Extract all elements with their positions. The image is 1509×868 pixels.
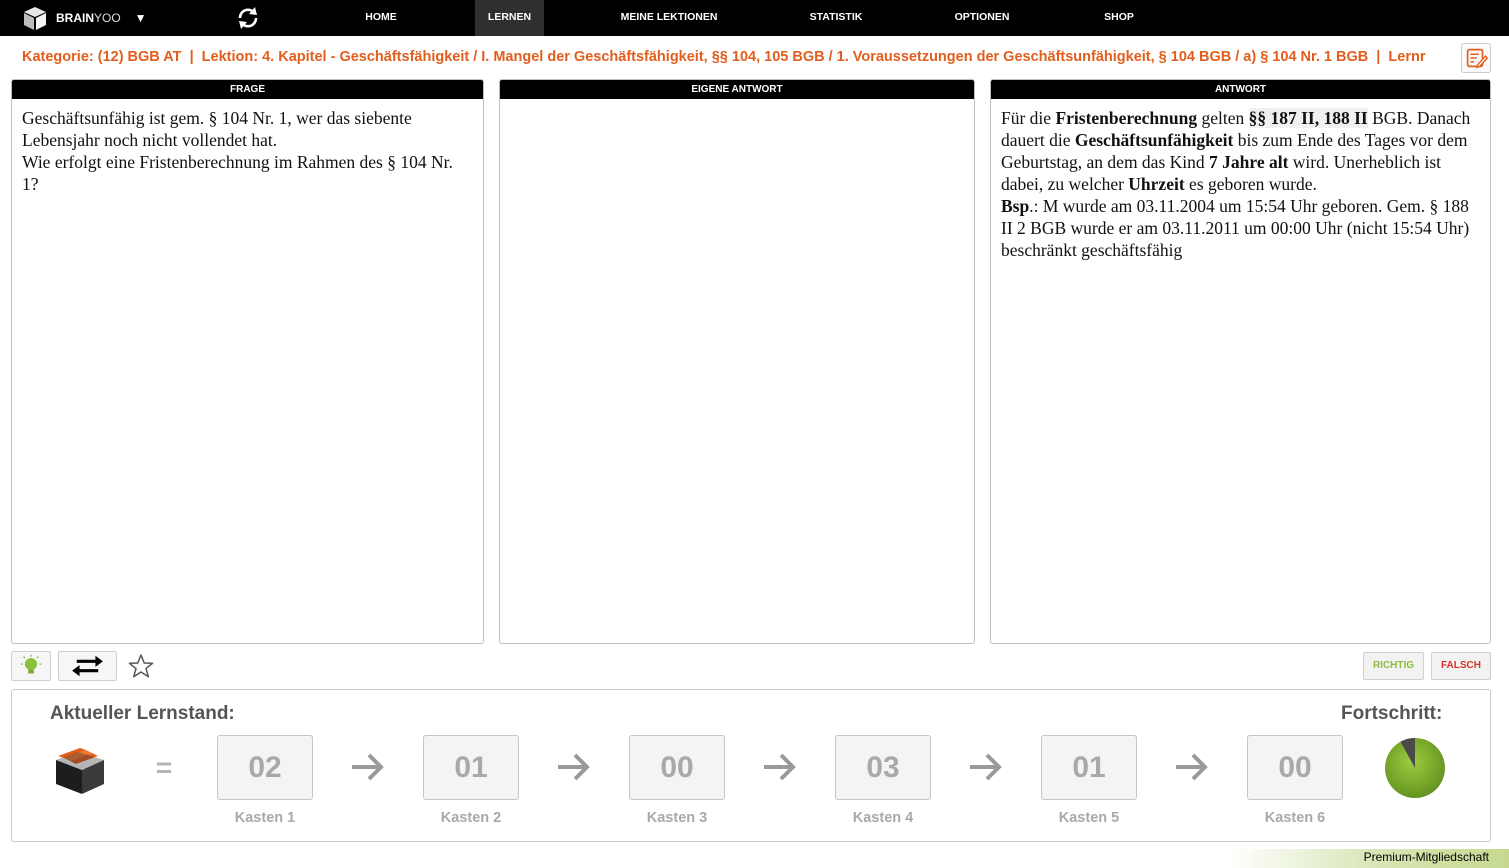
sync-icon[interactable] (234, 4, 262, 32)
notes-edit-icon (1466, 48, 1489, 69)
kasten-3-label: Kasten 3 (646, 810, 708, 826)
kasten-5-count[interactable]: 01 (1041, 735, 1137, 800)
brand-name: BRAINYOO (56, 11, 121, 25)
antwort-segment: .: M wurde am 03.11.2004 um 15:54 Uhr ge… (1001, 196, 1470, 260)
eigene-antwort-panel: EIGENE ANTWORT (499, 79, 975, 644)
arrow-right-icon (764, 753, 796, 781)
frage-text: Geschäftsunfähig ist gem. § 104 Nr. 1, w… (12, 99, 483, 203)
star-icon[interactable] (126, 652, 156, 680)
equals-sign: = (155, 752, 173, 783)
fortschritt-title: Fortschritt: (1341, 703, 1443, 724)
antwort-bold: 7 Jahre alt (1209, 152, 1289, 172)
kasten-5-label: Kasten 5 (1058, 810, 1120, 826)
antwort-segment: gelten (1197, 108, 1249, 128)
falsch-button[interactable]: FALSCH (1431, 652, 1491, 680)
brainyoo-logo-menu[interactable]: BRAINYOO ▼ (22, 3, 147, 33)
kasten-6-label: Kasten 6 (1264, 810, 1326, 826)
frage-panel: FRAGE Geschäftsunfähig ist gem. § 104 Nr… (11, 79, 484, 644)
frage-line-1: Geschäftsunfähig ist gem. § 104 Nr. 1, w… (22, 108, 412, 150)
kasten-1-label: Kasten 1 (234, 810, 296, 826)
breadcrumb-text: Kategorie: (12) BGB AT | Lektion: 4. Kap… (22, 49, 1426, 65)
kasten-2-label: Kasten 2 (440, 810, 502, 826)
eigene-antwort-panel-title: EIGENE ANTWORT (500, 80, 974, 99)
nav-home[interactable]: HOME (350, 0, 412, 36)
logo-cube-icon (24, 7, 46, 30)
arrow-right-icon (558, 753, 590, 781)
antwort-bold: Geschäftsunfähigkeit (1074, 130, 1234, 150)
nav-statistik[interactable]: STATISTIK (796, 0, 876, 36)
frage-line-2: Wie erfolgt eine Fristenberechnung im Ra… (22, 152, 453, 194)
antwort-panel: ANTWORT Für die Fristenberechnung gelten… (990, 79, 1491, 644)
kasten-2-count[interactable]: 01 (423, 735, 519, 800)
antwort-bold: Bsp (1001, 196, 1030, 216)
lightbulb-icon (20, 654, 42, 674)
chevron-down-icon: ▼ (134, 11, 147, 25)
antwort-panel-title: ANTWORT (991, 80, 1490, 99)
fortschritt-pie-chart (1385, 738, 1445, 798)
nav-shop[interactable]: SHOP (1094, 0, 1144, 36)
richtig-button[interactable]: RICHTIG (1363, 652, 1424, 680)
arrow-right-icon (1176, 753, 1208, 781)
arrow-right-icon (352, 753, 384, 781)
kasten-1-count[interactable]: 02 (217, 735, 313, 800)
eigene-antwort-input[interactable] (510, 107, 964, 637)
swap-arrows-icon (72, 655, 103, 677)
top-navigation-bar: BRAINYOO ▼ HOME LERNEN MEINE LEKTIONEN S… (0, 0, 1509, 36)
antwort-segment: Für die (1001, 108, 1056, 128)
edit-notes-button[interactable] (1461, 43, 1491, 73)
nav-lernen[interactable]: LERNEN (475, 0, 544, 36)
antwort-bold: Uhrzeit (1128, 174, 1185, 194)
nav-meine-lektionen[interactable]: MEINE LEKTIONEN (608, 0, 730, 36)
kasten-4-label: Kasten 4 (852, 810, 914, 826)
breadcrumb: Kategorie: (12) BGB AT | Lektion: 4. Kap… (0, 38, 1458, 76)
kasten-4-count[interactable]: 03 (835, 735, 931, 800)
premium-membership-link[interactable]: Premium-Mitgliedschaft (1230, 849, 1509, 868)
kasten-6-count[interactable]: 00 (1247, 735, 1343, 800)
lernstand-title: Aktueller Lernstand: (50, 703, 235, 724)
nav-optionen[interactable]: OPTIONEN (941, 0, 1023, 36)
arrow-right-icon (970, 753, 1002, 781)
frage-panel-title: FRAGE (12, 80, 483, 99)
antwort-bold: Fristenberechnung (1055, 108, 1198, 128)
lernstand-section: Aktueller Lernstand: Fortschritt: = 02 K… (11, 689, 1491, 842)
swap-button[interactable] (58, 651, 117, 681)
kasten-3-count[interactable]: 00 (629, 735, 725, 800)
antwort-segment: es geboren wurde. (1184, 174, 1317, 194)
hint-button[interactable] (11, 651, 51, 681)
card-box-icon (56, 748, 104, 794)
antwort-text: Für die Fristenberechnung gelten §§ 187 … (991, 99, 1490, 269)
antwort-bold: §§ 187 II, 188 II (1248, 108, 1368, 128)
